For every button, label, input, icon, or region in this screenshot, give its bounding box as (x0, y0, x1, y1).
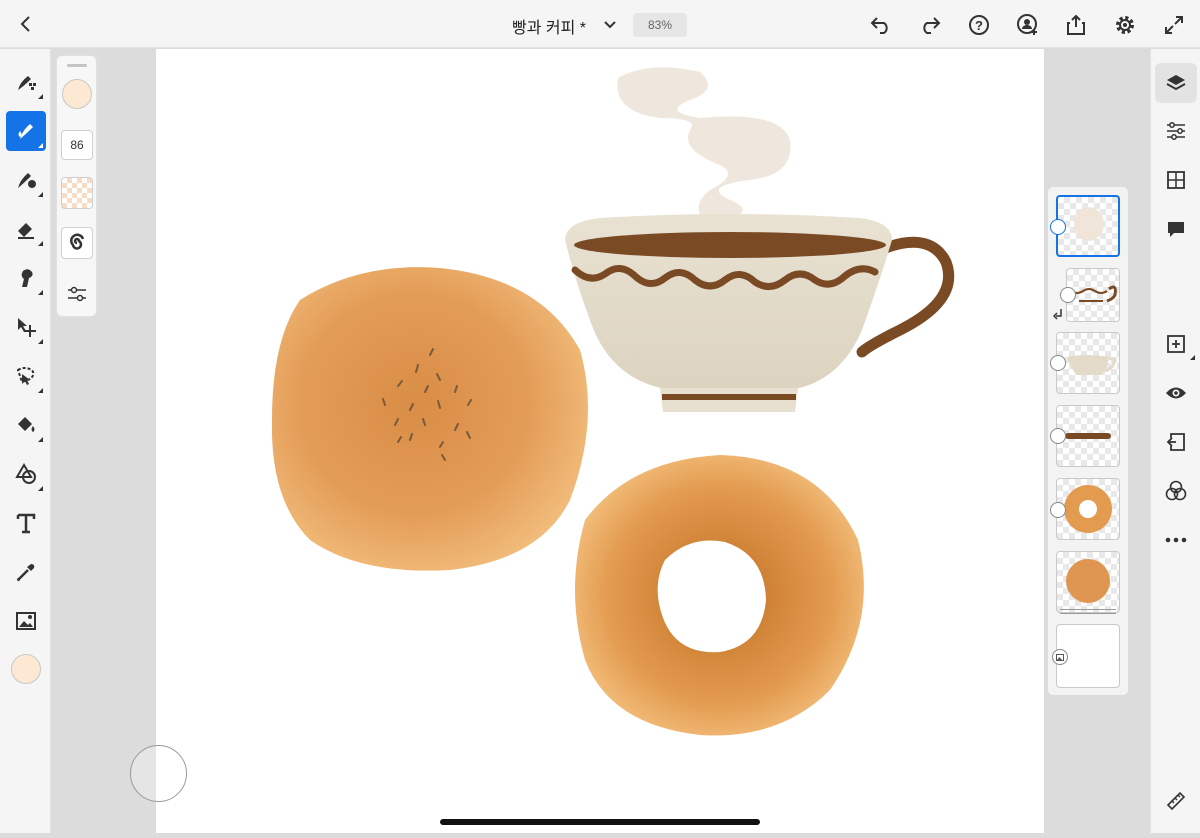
add-layer-icon[interactable] (1155, 324, 1197, 364)
color-swatch[interactable] (6, 649, 46, 689)
layer-mask-icon[interactable] (1060, 287, 1076, 303)
donut (575, 455, 864, 736)
layer-bun[interactable] (1056, 551, 1120, 613)
invite-user-icon[interactable] (1015, 12, 1041, 38)
flow-swirl-icon[interactable] (61, 227, 93, 259)
opacity-swatch-icon[interactable] (61, 177, 93, 209)
blend-icon[interactable] (1155, 471, 1197, 511)
share-icon[interactable] (1063, 12, 1089, 38)
layers-panel (1047, 186, 1129, 696)
cup-base-stripe (662, 394, 796, 400)
document-title[interactable]: 빵과 커피 * (512, 14, 586, 38)
brush-settings-icon[interactable] (65, 282, 89, 306)
eraser-icon[interactable] (6, 209, 46, 249)
import-icon[interactable] (1155, 422, 1197, 462)
panel-drag-handle[interactable] (67, 64, 87, 67)
layer-properties-icon[interactable] (1155, 111, 1197, 151)
brush-size-value: 86 (70, 138, 84, 152)
svg-text:?: ? (975, 18, 983, 33)
top-bar: 빵과 커피 * 83% ? (0, 0, 1200, 48)
layer-mask-icon[interactable] (1050, 355, 1066, 371)
layer-divider (1060, 609, 1116, 610)
shapes-icon[interactable] (6, 454, 46, 494)
background-image-icon[interactable] (1052, 649, 1068, 665)
zoom-level[interactable]: 83% (633, 13, 687, 37)
ruler-icon[interactable] (1155, 781, 1197, 821)
home-indicator (440, 819, 760, 825)
bun (271, 267, 588, 571)
comment-icon[interactable] (1155, 209, 1197, 249)
layer-mask-icon[interactable] (1050, 219, 1066, 235)
artwork (271, 67, 955, 736)
layer-mask-icon[interactable] (1050, 502, 1066, 518)
fill-icon[interactable] (6, 405, 46, 445)
fullscreen-icon[interactable] (1161, 12, 1187, 38)
document-canvas[interactable] (156, 49, 1044, 833)
right-task-bar (1150, 49, 1200, 833)
smudge-icon[interactable] (6, 258, 46, 298)
tool-bar (0, 49, 51, 833)
layer-divider (1060, 613, 1116, 614)
help-icon[interactable]: ? (966, 12, 992, 38)
layers-icon[interactable] (1155, 63, 1197, 103)
visibility-icon[interactable] (1155, 373, 1197, 413)
selection-icon[interactable] (6, 356, 46, 396)
mixer-brush-icon[interactable] (6, 160, 46, 200)
brush-color-swatch[interactable] (62, 79, 92, 109)
move-transform-icon[interactable] (6, 307, 46, 347)
live-brush-icon[interactable] (6, 111, 46, 151)
brush-properties-panel: 86 (56, 55, 97, 317)
clipping-arrow-icon (1052, 307, 1063, 325)
coffee (574, 232, 886, 258)
image-icon[interactable] (6, 601, 46, 641)
layer-mask-icon[interactable] (1050, 428, 1066, 444)
redo-icon[interactable] (917, 12, 943, 38)
more-icon[interactable] (1155, 520, 1197, 560)
grid-icon[interactable] (1155, 160, 1197, 200)
undo-icon[interactable] (868, 12, 894, 38)
touch-shortcut[interactable] (130, 745, 187, 802)
title-dropdown-icon[interactable] (602, 17, 618, 33)
pixel-brush-icon[interactable] (6, 62, 46, 102)
eyedropper-icon[interactable] (6, 552, 46, 592)
back-icon[interactable] (14, 12, 38, 36)
brush-size-field[interactable]: 86 (61, 130, 93, 160)
settings-icon[interactable] (1112, 12, 1138, 38)
text-icon[interactable] (6, 503, 46, 543)
